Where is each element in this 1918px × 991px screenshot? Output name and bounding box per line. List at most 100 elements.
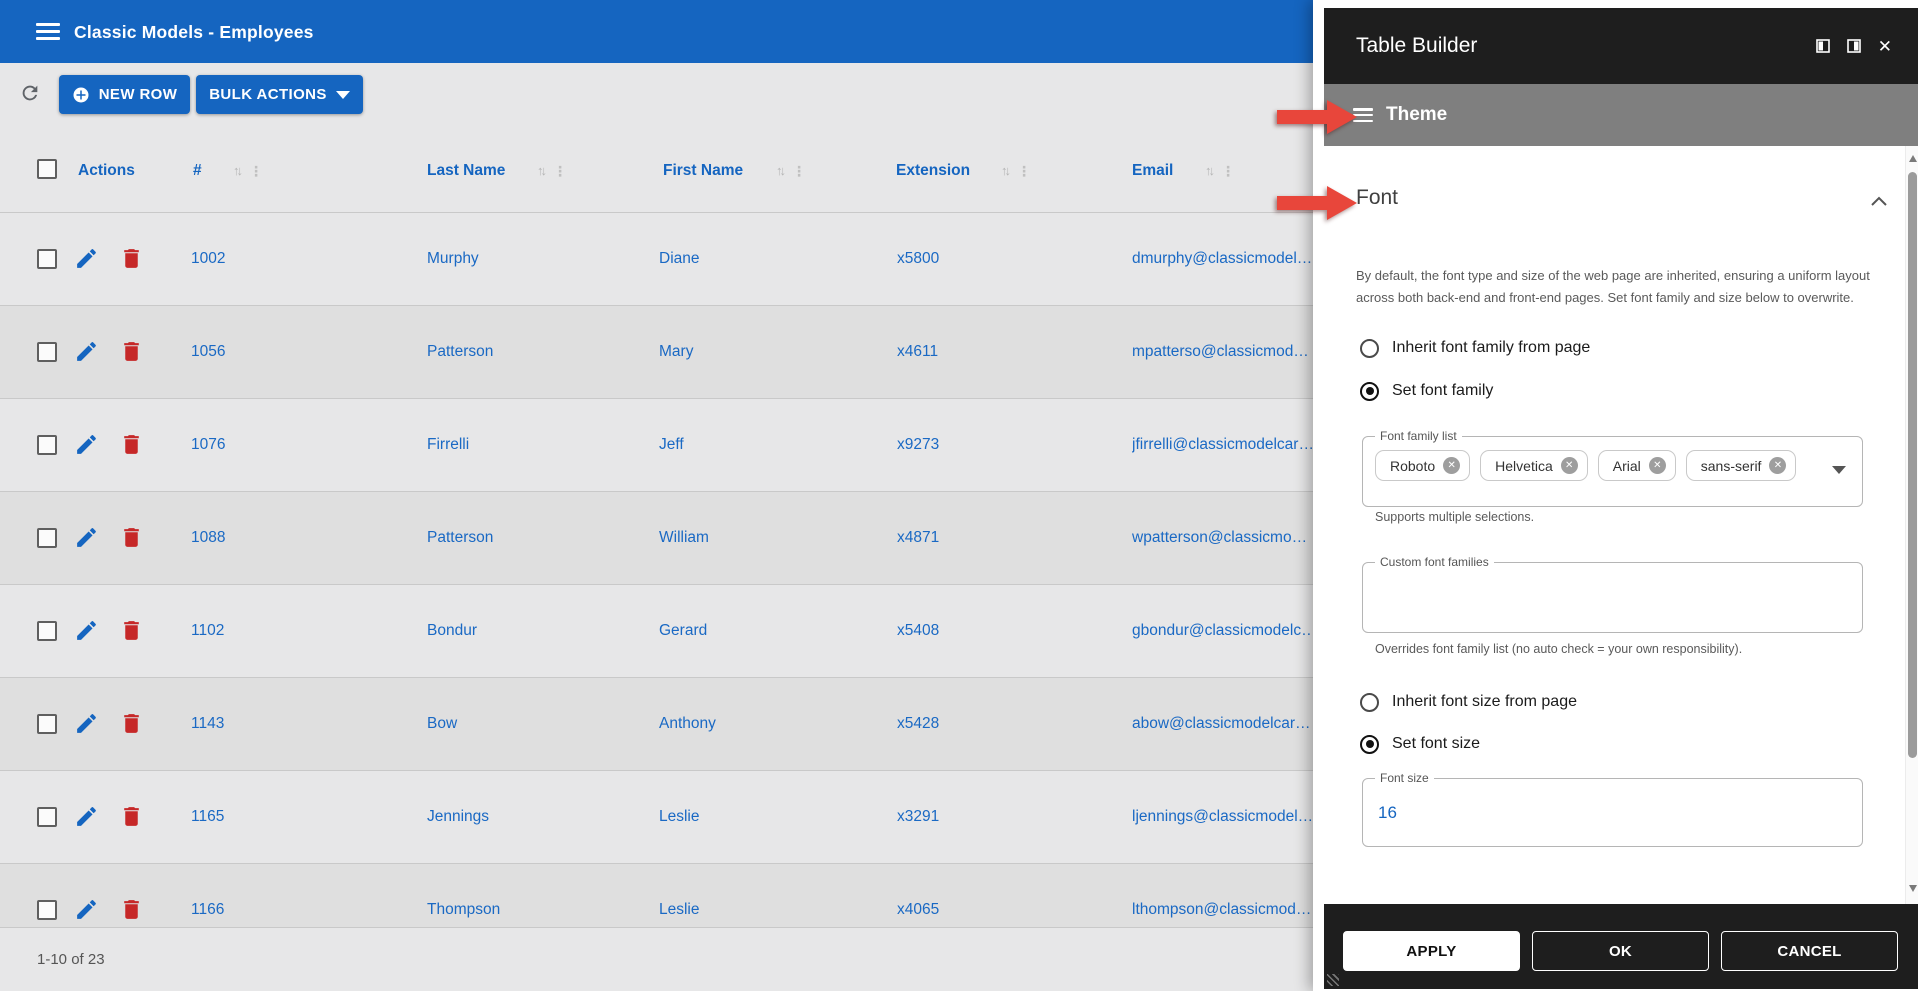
row-checkbox[interactable] xyxy=(37,900,57,920)
radio-icon-selected[interactable] xyxy=(1360,382,1379,401)
row-checkbox[interactable] xyxy=(37,435,57,455)
column-header-firstname[interactable]: First Name xyxy=(663,162,743,180)
sort-arrows-icon[interactable]: ↑↓ xyxy=(1001,163,1008,180)
column-header-lastname[interactable]: Last Name xyxy=(427,162,505,180)
font-chip[interactable]: Roboto✕ xyxy=(1375,450,1470,481)
row-checkbox[interactable] xyxy=(37,342,57,362)
radio-set-font-family[interactable]: Set font family xyxy=(1360,379,1493,403)
delete-icon[interactable] xyxy=(119,339,144,364)
delete-icon[interactable] xyxy=(119,432,144,457)
dock-left-icon[interactable] xyxy=(1816,39,1830,53)
row-checkbox[interactable] xyxy=(37,807,57,827)
edit-icon[interactable] xyxy=(74,711,99,736)
apply-button[interactable]: APPLY xyxy=(1343,931,1520,971)
delete-icon[interactable] xyxy=(119,246,144,271)
edit-icon[interactable] xyxy=(74,525,99,550)
chevron-up-icon[interactable] xyxy=(1871,196,1887,206)
font-chip[interactable]: sans-serif ✕ xyxy=(1686,450,1797,481)
radio-icon[interactable] xyxy=(1360,693,1379,712)
remove-chip-icon[interactable]: ✕ xyxy=(1443,457,1460,474)
sort-control[interactable]: ↑↓ ⋮ xyxy=(1205,163,1235,180)
cell-email[interactable]: jfirrelli@classicmodelcar… xyxy=(1132,436,1314,454)
font-chip[interactable]: Arial✕ xyxy=(1598,450,1676,481)
edit-icon[interactable] xyxy=(74,432,99,457)
cell-extension: x5408 xyxy=(897,622,939,640)
column-menu-icon[interactable]: ⋮ xyxy=(1017,163,1031,180)
radio-label: Set font size xyxy=(1392,735,1480,753)
scroll-down-icon[interactable] xyxy=(1909,885,1917,892)
delete-icon[interactable] xyxy=(119,804,144,829)
scroll-up-icon[interactable] xyxy=(1909,155,1917,162)
row-checkbox[interactable] xyxy=(37,528,57,548)
radio-icon[interactable] xyxy=(1360,339,1379,358)
column-menu-icon[interactable]: ⋮ xyxy=(249,163,263,180)
sort-control[interactable]: ↑↓ ⋮ xyxy=(537,163,567,180)
delete-icon[interactable] xyxy=(119,618,144,643)
panel-scrollbar[interactable] xyxy=(1905,146,1918,904)
panel-header[interactable]: Table Builder ✕ xyxy=(1324,8,1918,84)
cell-email[interactable]: ljennings@classicmodel… xyxy=(1132,808,1313,826)
menu-icon[interactable] xyxy=(36,23,60,40)
cell-email[interactable]: lthompson@classicmod… xyxy=(1132,901,1311,919)
radio-inherit-font-family[interactable]: Inherit font family from page xyxy=(1360,336,1590,360)
cell-email[interactable]: wpatterson@classicmo… xyxy=(1132,529,1307,547)
font-size-field[interactable]: Font size 16 xyxy=(1362,778,1863,847)
bulk-actions-button[interactable]: BULK ACTIONS xyxy=(196,75,363,114)
cell-extension: x4611 xyxy=(897,343,938,361)
sort-control[interactable]: ↑↓ ⋮ xyxy=(776,163,806,180)
radio-set-font-size[interactable]: Set font size xyxy=(1360,732,1480,756)
cell-email[interactable]: gbondur@classicmodelc… xyxy=(1132,622,1316,640)
new-row-button[interactable]: NEW ROW xyxy=(59,75,190,114)
row-checkbox[interactable] xyxy=(37,621,57,641)
delete-icon[interactable] xyxy=(119,525,144,550)
font-chip[interactable]: Helvetica✕ xyxy=(1480,450,1588,481)
close-icon[interactable]: ✕ xyxy=(1878,38,1892,55)
column-header-extension[interactable]: Extension xyxy=(896,162,970,180)
font-family-list-field[interactable]: Font family list Roboto✕Helvetica✕Arial✕… xyxy=(1362,436,1863,507)
sort-arrows-icon[interactable]: ↑↓ xyxy=(1205,163,1212,180)
column-menu-icon[interactable]: ⋮ xyxy=(1221,163,1235,180)
scrollbar-thumb[interactable] xyxy=(1908,172,1917,758)
dropdown-caret-icon[interactable] xyxy=(1832,466,1846,474)
edit-icon[interactable] xyxy=(74,897,99,922)
remove-chip-icon[interactable]: ✕ xyxy=(1769,457,1786,474)
cell-email[interactable]: abow@classicmodelcar… xyxy=(1132,715,1311,733)
sort-arrows-icon[interactable]: ↑↓ xyxy=(537,163,544,180)
cell-email[interactable]: mpatterso@classicmod… xyxy=(1132,343,1309,361)
sort-control[interactable]: ↑↓ ⋮ xyxy=(233,163,263,180)
ok-button[interactable]: OK xyxy=(1532,931,1709,971)
sort-arrows-icon[interactable]: ↑↓ xyxy=(776,163,783,180)
cell-extension: x4871 xyxy=(897,529,939,547)
sort-control[interactable]: ↑↓ ⋮ xyxy=(1001,163,1031,180)
row-checkbox[interactable] xyxy=(37,249,57,269)
delete-icon[interactable] xyxy=(119,897,144,922)
cell-first-name: Leslie xyxy=(659,808,700,826)
select-all-checkbox[interactable] xyxy=(37,159,57,179)
row-checkbox[interactable] xyxy=(37,714,57,734)
edit-icon[interactable] xyxy=(74,618,99,643)
column-menu-icon[interactable]: ⋮ xyxy=(553,163,567,180)
column-header-email[interactable]: Email xyxy=(1132,162,1173,180)
cancel-button[interactable]: CANCEL xyxy=(1721,931,1898,971)
resize-grip[interactable] xyxy=(1327,974,1339,986)
font-size-value[interactable]: 16 xyxy=(1378,803,1397,823)
font-chip-label: sans-serif xyxy=(1701,458,1762,474)
remove-chip-icon[interactable]: ✕ xyxy=(1561,457,1578,474)
cell-email[interactable]: dmurphy@classicmodel… xyxy=(1132,250,1312,268)
cell-last-name: Murphy xyxy=(427,250,479,268)
custom-font-families-field[interactable]: Custom font families xyxy=(1362,562,1863,633)
column-menu-icon[interactable]: ⋮ xyxy=(792,163,806,180)
edit-icon[interactable] xyxy=(74,246,99,271)
table-header: Actions # Last Name First Name Extension… xyxy=(0,118,1313,212)
dock-right-icon[interactable] xyxy=(1847,39,1861,53)
radio-icon-selected[interactable] xyxy=(1360,735,1379,754)
remove-chip-icon[interactable]: ✕ xyxy=(1649,457,1666,474)
edit-icon[interactable] xyxy=(74,804,99,829)
edit-icon[interactable] xyxy=(74,339,99,364)
radio-inherit-font-size[interactable]: Inherit font size from page xyxy=(1360,690,1577,714)
sort-arrows-icon[interactable]: ↑↓ xyxy=(233,163,240,180)
theme-section-header[interactable]: Theme xyxy=(1324,84,1918,146)
delete-icon[interactable] xyxy=(119,711,144,736)
column-header-number[interactable]: # xyxy=(193,162,202,180)
refresh-icon[interactable] xyxy=(19,82,41,104)
